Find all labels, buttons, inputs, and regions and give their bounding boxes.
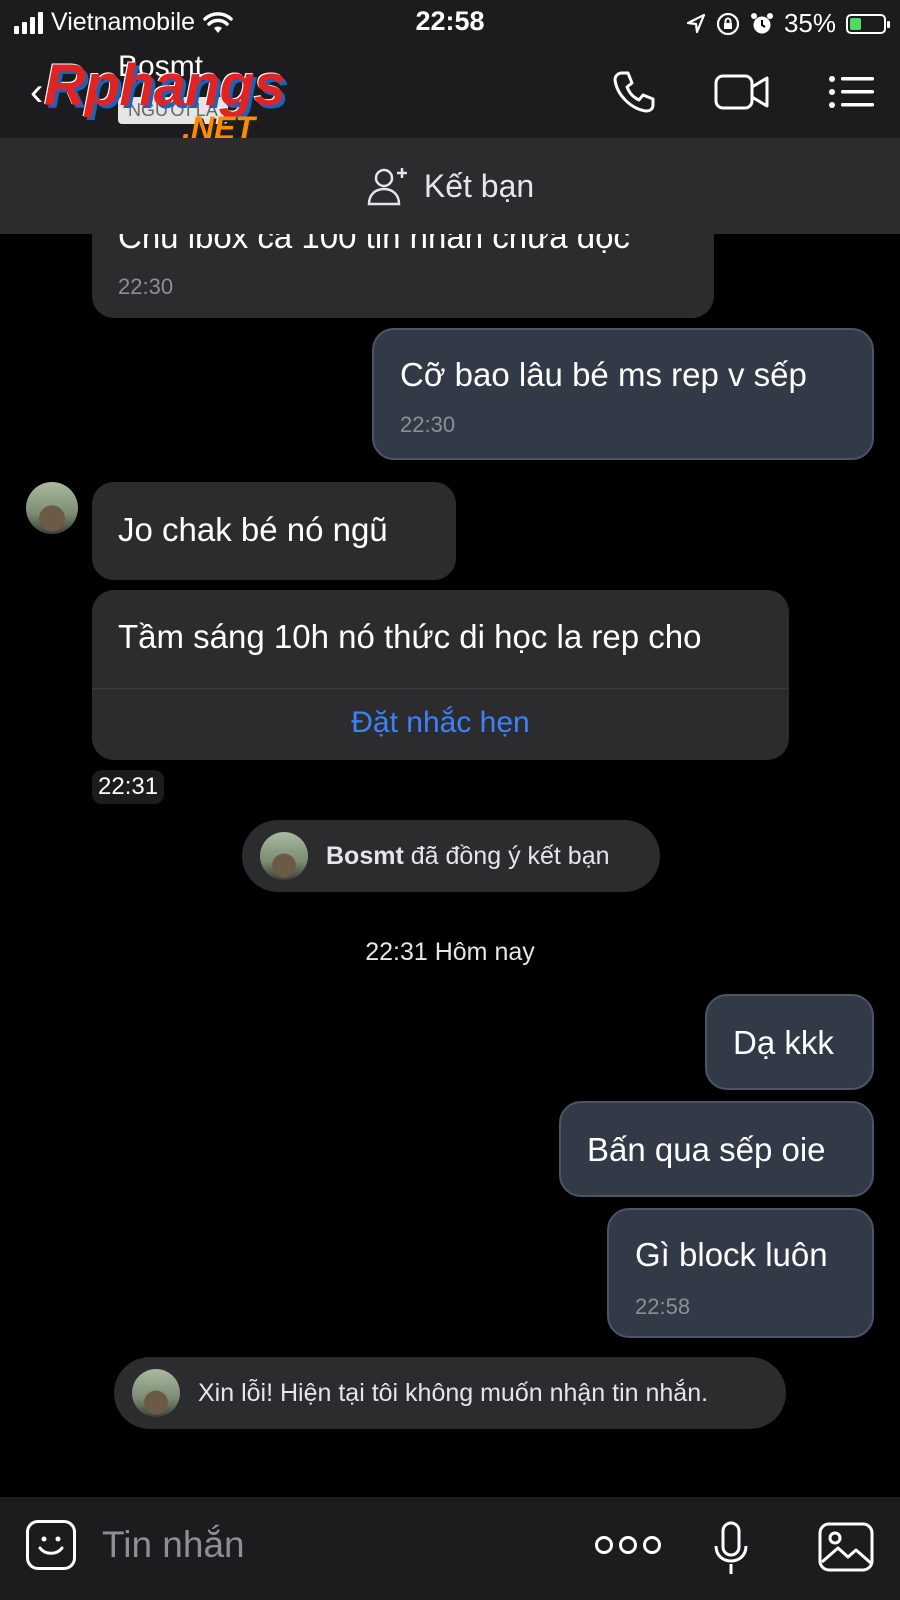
contact-avatar [260,832,308,880]
date-divider: 22:31 Hôm nay [365,938,535,966]
add-friend-button[interactable]: Kết bạn [0,138,900,234]
contact-avatar[interactable] [26,482,78,534]
message-text: Dạ kkk [733,1024,834,1061]
incoming-message[interactable]: Tầm sáng 10h nó thức di học la rep cho Đ… [92,590,789,760]
status-right: 35% [686,8,890,39]
battery-fill [850,17,861,30]
outgoing-message[interactable]: Bấn qua sếp oie [559,1101,874,1197]
system-contact-name: Bosmt [326,841,404,870]
more-icon[interactable] [595,1536,661,1554]
set-reminder-link[interactable]: Đặt nhắc hẹn [92,706,789,740]
message-time: 22:31 [92,770,165,804]
phone-icon[interactable] [602,62,666,122]
alarm-icon [750,12,773,33]
friend-accepted-notice: Bosmt đã đồng ý kết bạn [242,820,660,892]
message-text: Tầm sáng 10h nó thức di học la rep cho [118,618,702,655]
message-time: 22:30 [400,412,456,437]
add-person-icon [367,168,407,206]
emoji-icon[interactable] [26,1520,76,1570]
image-icon[interactable] [818,1522,874,1577]
message-input[interactable]: Tin nhắn [102,1524,245,1566]
location-arrow-icon [686,13,706,33]
video-camera-icon[interactable] [710,62,774,122]
contact-avatar [132,1369,180,1417]
incoming-message[interactable]: Jo chak bé nó ngũ [92,482,456,580]
back-arrow-icon[interactable]: ‹ [30,70,43,115]
outgoing-message[interactable]: Dạ kkk [705,994,874,1090]
message-time: 22:30 [118,274,174,299]
battery-icon [846,13,890,34]
message-text: Gì block luôn [635,1236,828,1273]
divider [92,688,789,689]
outgoing-message[interactable]: Cỡ bao lâu bé ms rep v sếp 22:30 [372,328,874,460]
message-text: Cỡ bao lâu bé ms rep v sếp [400,356,807,393]
auto-reply-notice: Xin lỗi! Hiện tại tôi không muốn nhận ti… [114,1357,786,1429]
system-text: đã đồng ý kết bạn [410,841,610,870]
microphone-icon[interactable] [712,1520,750,1581]
system-text: Xin lỗi! Hiện tại tôi không muốn nhận ti… [198,1378,709,1407]
battery-percent: 35% [783,8,836,38]
stranger-badge: NGƯỜI LẠ [118,97,228,124]
add-friend-label: Kết bạn [423,167,535,204]
contact-name[interactable]: Bosmt [118,50,203,84]
message-time: 22:58 [635,1294,691,1319]
outgoing-message[interactable]: Gì block luôn 22:58 [607,1208,874,1338]
message-text: Jo chak bé nó ngũ [118,511,388,548]
message-text: Bấn qua sếp oie [587,1131,826,1168]
rotation-lock-icon [716,12,740,35]
list-menu-icon[interactable] [820,62,884,122]
